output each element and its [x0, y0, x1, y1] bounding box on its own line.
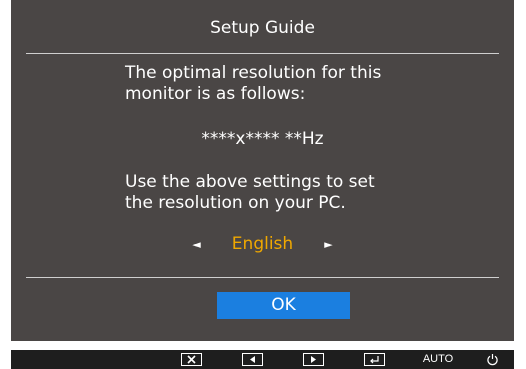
left-arrow-icon[interactable]	[242, 353, 263, 366]
language-value[interactable]: English	[230, 234, 296, 254]
footer-divider	[26, 277, 499, 278]
title-divider	[26, 53, 499, 54]
power-icon[interactable]	[485, 353, 499, 366]
auto-button[interactable]: AUTO	[421, 353, 455, 366]
language-next-button[interactable]: ►	[322, 238, 336, 251]
resolution-message: The optimal resolution for this monitor …	[125, 63, 382, 104]
dialog-title: Setup Guide	[210, 18, 315, 38]
enter-icon[interactable]	[364, 353, 385, 366]
settings-instruction: Use the above settings to set the resolu…	[125, 172, 375, 213]
optimal-resolution-value: ****x**** **Hz	[201, 129, 324, 149]
close-icon[interactable]	[181, 353, 202, 366]
language-prev-button[interactable]: ◄	[190, 238, 204, 251]
language-selector: ◄ English ►	[11, 233, 514, 255]
right-arrow-icon[interactable]	[303, 353, 324, 366]
monitor-key-guide: AUTO	[11, 350, 514, 369]
ok-button[interactable]: OK	[217, 292, 350, 319]
setup-guide-dialog: Setup Guide The optimal resolution for t…	[11, 0, 514, 341]
